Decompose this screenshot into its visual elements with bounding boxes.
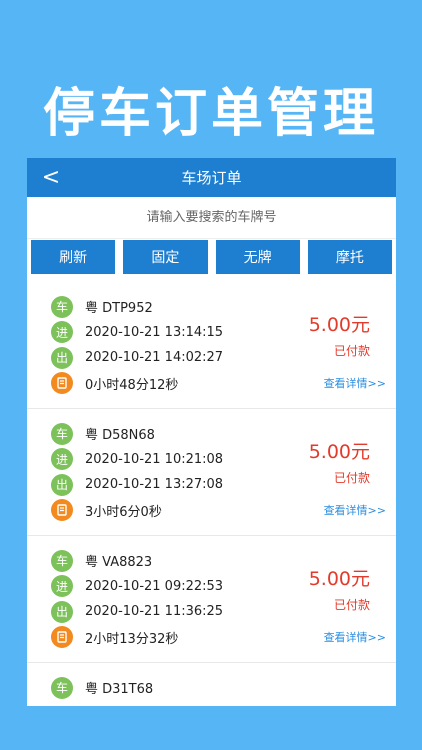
plate-number: 粤 VA8823 (85, 555, 153, 571)
app-screen: < 车场订单 刷新 固定 无牌 摩托 车粤 DTP952 进2020-10-21… (27, 158, 396, 706)
plate-number: 粤 D31T68 (85, 682, 154, 698)
navbar: < 车场订单 (27, 158, 396, 197)
view-detail-link[interactable]: 查看详情>> (324, 629, 386, 645)
view-detail-link[interactable]: 查看详情>> (324, 375, 386, 391)
plate-number: 粤 DTP952 (85, 301, 153, 317)
duration: 0小时48分12秒 (85, 377, 179, 393)
order-card[interactable]: 车粤 DTP952 进 2020-10-21 13:14:15 出 2020-10-… (27, 282, 396, 409)
filter-bar: 刷新 固定 无牌 摩托 (31, 240, 392, 280)
order-list: 车粤 DTP952 进 2020-10-21 13:14:15 出 2020-10-… (27, 282, 396, 706)
entry-time: 2020-10-21 10:21:08 (85, 451, 224, 467)
car-badge: 车 (51, 549, 73, 572)
exit-time: 2020-10-21 14:02:27 (85, 350, 224, 366)
entry-time: 2020-10-21 13:14:15 (85, 324, 224, 340)
back-icon[interactable]: < (39, 158, 63, 197)
entry-badge: 进 (51, 321, 73, 344)
payment-status: 已付款 (333, 344, 370, 358)
order-card[interactable]: 车粤 VA8823 进 2020-10-21 09:22:53 出 2020-10-… (27, 536, 396, 663)
promo-title: 停车订单管理 (42, 83, 379, 144)
plate-number: 粤 D58N68 (85, 428, 155, 444)
no-plate-filter-button[interactable]: 无牌 (215, 240, 300, 274)
amount: 5.00元 (308, 568, 370, 590)
motorcycle-filter-button[interactable]: 摩托 (307, 240, 392, 274)
order-card[interactable]: 车粤 D58N68 进 2020-10-21 10:21:08 出 2020-10-… (27, 409, 396, 536)
exit-badge: 出 (51, 600, 73, 623)
exit-badge: 出 (51, 346, 73, 369)
view-detail-link[interactable]: 查看详情>> (324, 502, 386, 518)
entry-badge: 进 (51, 575, 73, 598)
entry-time: 2020-10-21 09:22:53 (85, 578, 224, 594)
fixed-filter-button[interactable]: 固定 (123, 240, 208, 274)
time-icon (51, 372, 73, 395)
amount: 5.00元 (308, 314, 370, 336)
page-title: 车场订单 (181, 169, 242, 187)
search-bar (27, 197, 396, 239)
car-badge: 车 (51, 422, 73, 445)
time-icon (51, 626, 73, 649)
time-icon (51, 499, 73, 522)
car-badge: 车 (51, 676, 73, 699)
search-input[interactable] (27, 210, 396, 225)
exit-time: 2020-10-21 11:36:25 (85, 604, 224, 620)
entry-badge: 进 (51, 448, 73, 471)
duration: 2小时13分32秒 (85, 631, 179, 647)
payment-status: 已付款 (333, 471, 370, 485)
car-badge: 车 (51, 295, 73, 318)
refresh-button[interactable]: 刷新 (31, 240, 116, 274)
payment-status: 已付款 (333, 598, 370, 612)
amount: 5.00元 (308, 441, 370, 463)
exit-time: 2020-10-21 13:27:08 (85, 477, 224, 493)
duration: 3小时6分0秒 (85, 504, 162, 520)
exit-badge: 出 (51, 473, 73, 496)
order-card[interactable]: 车粤 D31T68 (27, 663, 396, 706)
